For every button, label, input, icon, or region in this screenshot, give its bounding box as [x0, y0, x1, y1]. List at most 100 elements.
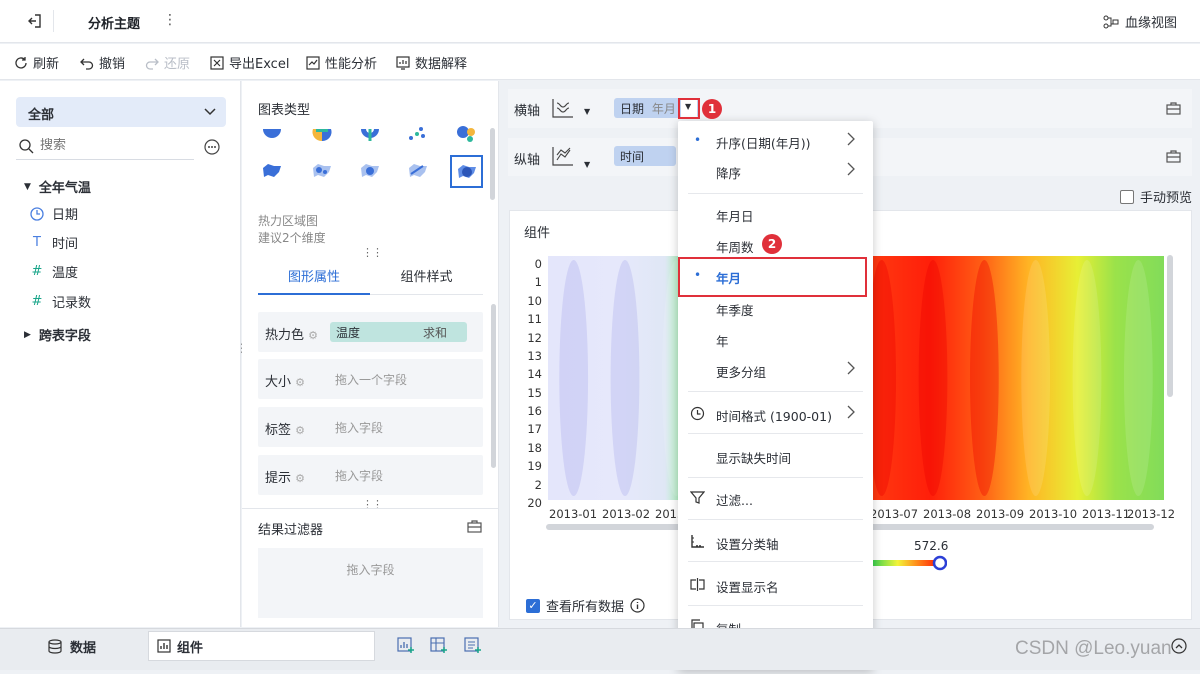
heat-aggregation: 求和: [422, 326, 447, 340]
lineage-label: 血缘视图: [1125, 16, 1178, 31]
add-table-icon[interactable]: [464, 636, 482, 654]
map-chart-icon[interactable]: [258, 157, 286, 185]
menu-item[interactable]: 时间格式 (1900-01): [678, 399, 873, 429]
resize-handle[interactable]: ⋮⋮: [362, 246, 383, 259]
y-tick-label: 20: [527, 496, 542, 510]
menu-item[interactable]: 年季度: [678, 293, 873, 323]
check-icon[interactable]: ✓: [526, 598, 540, 613]
caret-down-icon[interactable]: ▼: [584, 107, 590, 116]
prop-size[interactable]: 大小 ⚙ 拖入一个字段: [258, 359, 483, 399]
lineage-view-button[interactable]: 血缘视图: [1103, 12, 1177, 31]
menu-item[interactable]: 降序: [678, 156, 873, 186]
show-all-data-checkbox[interactable]: ✓ 查看所有数据: [526, 596, 645, 615]
y-tick-label: 13: [527, 348, 542, 363]
menu-item-label: 升序(日期(年月)): [716, 136, 811, 151]
tree-group-cross-table[interactable]: ▶ 跨表字段: [24, 325, 91, 344]
more-options-icon[interactable]: ⋮: [163, 12, 177, 28]
refresh-label: 刷新: [33, 57, 60, 72]
menu-item[interactable]: 更多分组: [678, 355, 873, 385]
heat-field-name: 温度: [336, 326, 361, 340]
prop-heat-color[interactable]: 热力色 ⚙ 温度 求和: [258, 312, 483, 352]
export-excel-button[interactable]: 导出Excel: [210, 53, 289, 72]
refresh-icon: [15, 56, 27, 69]
group-label: 跨表字段: [38, 329, 91, 344]
field-item[interactable]: 日期: [30, 204, 78, 223]
scrollbar[interactable]: [490, 128, 495, 200]
tab-graph-props[interactable]: 图形属性: [258, 266, 370, 285]
field-search[interactable]: [16, 136, 194, 160]
field-item[interactable]: T 时间: [30, 233, 78, 252]
y-axis-icon[interactable]: [552, 146, 574, 166]
redo-icon: [145, 58, 159, 70]
field-item[interactable]: # 记录数: [30, 292, 91, 311]
lineage-icon: [1103, 15, 1119, 28]
tab-component-style[interactable]: 组件样式: [370, 266, 483, 285]
scrollbar[interactable]: [491, 304, 496, 468]
prop-tooltip[interactable]: 提示 ⚙ 拖入字段: [258, 455, 483, 495]
heat-field-chip[interactable]: 温度 求和: [330, 322, 467, 342]
menu-item[interactable]: 设置分类轴: [678, 527, 873, 557]
y-field-chip[interactable]: 时间: [614, 146, 676, 166]
scatter-chart-icon[interactable]: [404, 120, 432, 148]
menu-separator: [688, 561, 863, 562]
y-tick-label: 14: [527, 367, 542, 382]
toolbox-icon[interactable]: [1166, 102, 1181, 115]
menu-item[interactable]: 年月日: [678, 199, 873, 229]
menu-item-label: 过滤...: [716, 493, 753, 508]
dataset-select[interactable]: 全部: [16, 97, 226, 127]
active-tab-indicator: [258, 293, 370, 295]
x-axis-icon[interactable]: [552, 98, 574, 118]
checkbox-box[interactable]: [1120, 189, 1134, 204]
menu-item[interactable]: • 升序(日期(年月)): [678, 126, 873, 156]
tab-component[interactable]: 组件: [148, 631, 375, 661]
menu-item[interactable]: 设置显示名: [678, 570, 873, 600]
rename-icon: [690, 577, 706, 593]
tab-data[interactable]: 数据: [48, 637, 96, 656]
redo-button[interactable]: 还原: [145, 53, 190, 72]
rose-chart-icon[interactable]: [308, 122, 336, 150]
dataset-select-value: 全部: [28, 108, 55, 123]
prop-label-field[interactable]: 标签 ⚙ 拖入字段: [258, 407, 483, 447]
annotation-badge-2: 2: [762, 234, 782, 254]
menu-item[interactable]: 过滤...: [678, 483, 873, 513]
resize-handle[interactable]: ⋮⋮: [362, 498, 383, 511]
bubble-chart-icon[interactable]: [452, 120, 480, 148]
redo-label: 还原: [164, 57, 191, 72]
caret-down-icon[interactable]: ▼: [584, 160, 590, 169]
menu-item-label: 年月日: [716, 209, 754, 224]
menu-item-label: 设置显示名: [716, 580, 779, 595]
field-item[interactable]: # 温度: [30, 262, 78, 281]
result-filter-dropzone[interactable]: 拖入字段: [258, 548, 483, 618]
donut-chart-icon[interactable]: [356, 122, 384, 150]
menu-item[interactable]: 年: [678, 324, 873, 354]
x-field-group: 年月: [651, 102, 676, 116]
heat-area-chart-icon[interactable]: [450, 155, 483, 188]
performance-analysis-button[interactable]: 性能分析: [306, 53, 377, 72]
data-explain-button[interactable]: 数据解释: [396, 53, 467, 72]
more-circle-icon[interactable]: [204, 139, 220, 155]
tree-group-full-year-temp[interactable]: ▼ 全年气温: [24, 177, 91, 196]
add-component-icon[interactable]: [397, 636, 415, 654]
menu-item[interactable]: 显示缺失时间: [678, 441, 873, 471]
add-crosstab-icon[interactable]: [430, 636, 448, 654]
collapse-up-icon[interactable]: [1171, 638, 1187, 654]
refresh-button[interactable]: 刷新: [14, 53, 59, 72]
flow-map-icon[interactable]: [404, 157, 432, 185]
exit-icon[interactable]: [14, 10, 54, 32]
point-map-icon[interactable]: [308, 157, 336, 185]
info-icon[interactable]: [630, 598, 645, 613]
area-map-icon[interactable]: [356, 157, 384, 185]
x-tick-label: 2013-11: [1082, 507, 1131, 521]
search-input[interactable]: [40, 138, 190, 153]
toolbox-icon[interactable]: [1166, 150, 1181, 163]
y-tick-label: 12: [527, 330, 542, 345]
manual-preview-checkbox[interactable]: 手动预览: [1120, 187, 1192, 206]
y-tick-label: 0: [534, 257, 542, 271]
toolbox-icon[interactable]: [467, 520, 482, 533]
manual-preview-label: 手动预览: [1140, 191, 1193, 206]
chart-scrollbar[interactable]: [1167, 255, 1173, 397]
drop-placeholder: 拖入字段: [335, 421, 384, 435]
y-tick-label: 2: [534, 477, 542, 492]
undo-button[interactable]: 撤销: [80, 53, 125, 72]
pie-chart-icon[interactable]: [258, 122, 286, 150]
